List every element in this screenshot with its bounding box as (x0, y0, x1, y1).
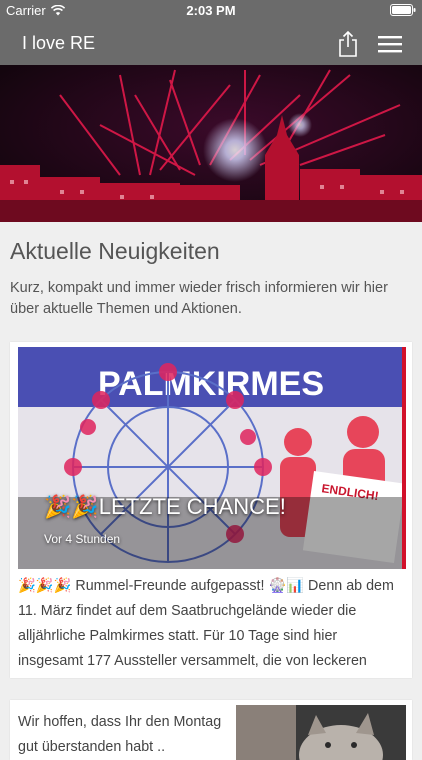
battery-icon (390, 4, 416, 19)
news-timestamp: Vor 4 Stunden (44, 532, 121, 546)
app-title: I love RE (22, 33, 96, 53)
section-heading: Aktuelle Neuigkeiten (10, 238, 220, 264)
news-card[interactable]: Wir hoffen, dass Ihr den Montag gut über… (10, 700, 412, 760)
status-bar: Carrier 2:03 PM (0, 0, 422, 22)
hero-fireworks-image (0, 65, 422, 222)
news-card[interactable]: PALMKIRMES ENDLICH! 🎉🎉LETZTE CHANCE! Vor… (10, 342, 412, 678)
navigation-bar: I love RE (0, 22, 422, 65)
clock: 2:03 PM (186, 3, 236, 18)
share-icon[interactable] (336, 30, 360, 58)
section-intro: Kurz, kompakt und immer wieder frisch in… (10, 280, 388, 317)
poster-banner-text: PALMKIRMES (98, 365, 324, 403)
news-overlay-title: 🎉🎉LETZTE CHANCE! (44, 494, 286, 519)
hamburger-menu-icon[interactable] (378, 34, 402, 54)
news-text: 🎉🎉🎉 Rummel-Freunde aufgepasst! 🎡📊 Denn a… (18, 578, 394, 669)
kitten-thumbnail-image (236, 705, 406, 760)
news-text: Wir hoffen, dass Ihr den Montag gut über… (18, 714, 222, 755)
